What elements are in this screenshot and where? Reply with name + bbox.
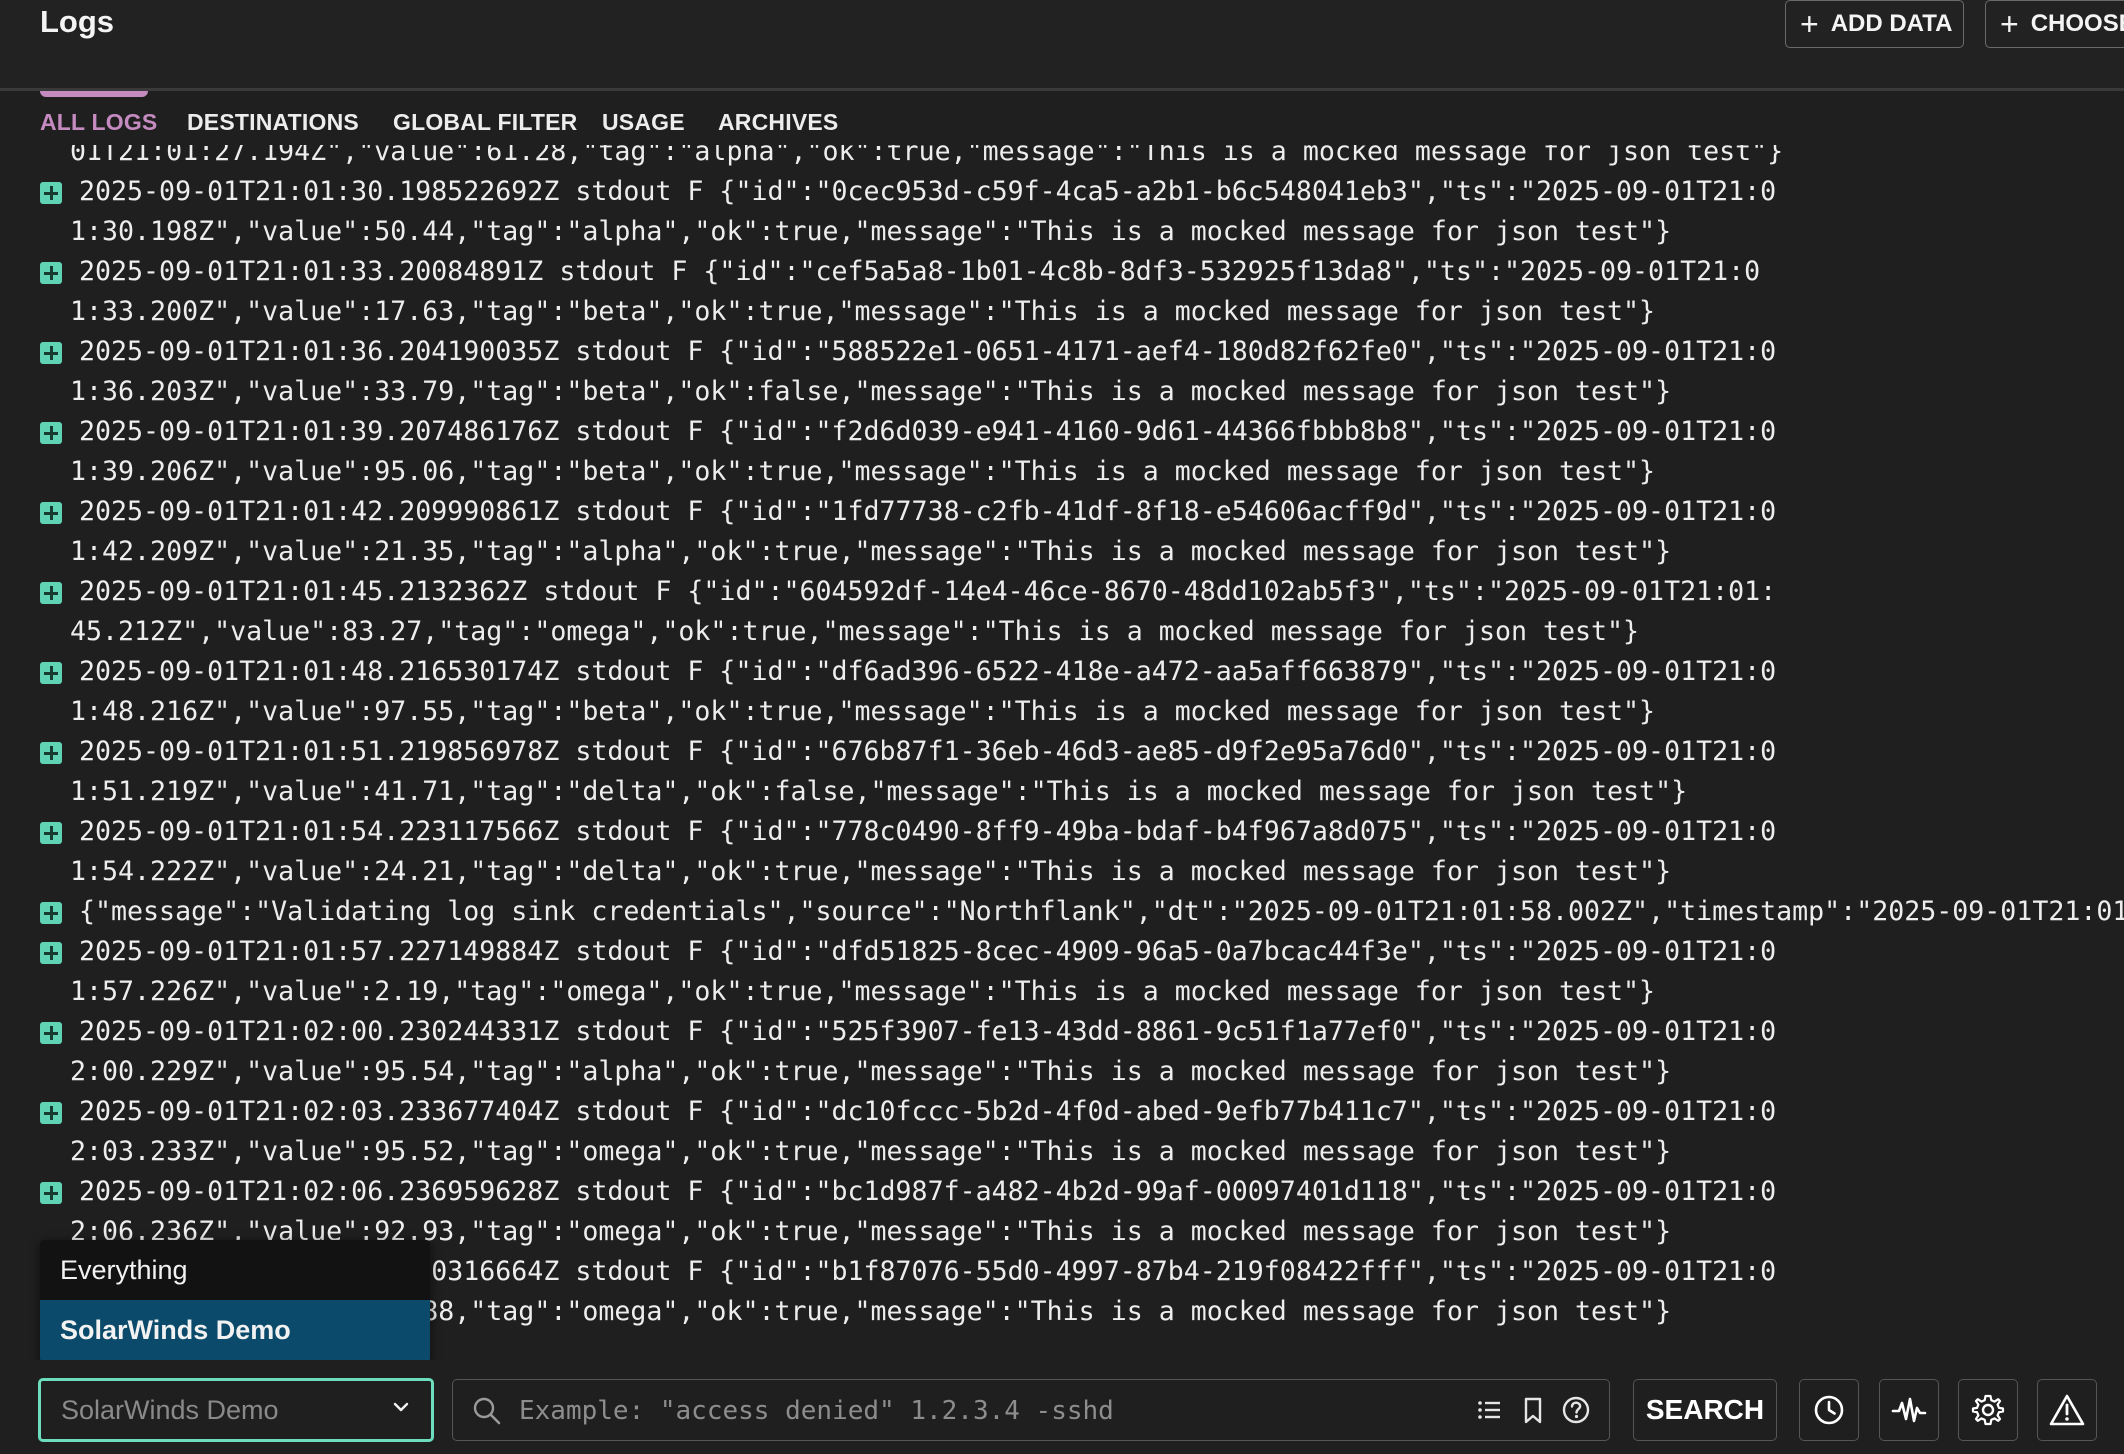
tab-destinations[interactable]: DESTINATIONS bbox=[187, 109, 359, 136]
expand-plus-icon[interactable] bbox=[40, 182, 62, 204]
expand-plus-icon[interactable] bbox=[40, 822, 62, 844]
list-icon[interactable] bbox=[1473, 1394, 1505, 1426]
log-entry[interactable]: 2025-09-01T21:01:42.209990861Z stdout F … bbox=[0, 492, 1790, 572]
clock-icon bbox=[1814, 1395, 1844, 1425]
log-text: 2025-09-01T21:01:39.207486176Z stdout F … bbox=[70, 416, 1777, 487]
expand-plus-icon[interactable] bbox=[40, 742, 62, 764]
add-data-button[interactable]: + ADD DATA bbox=[1785, 0, 1964, 48]
log-text: 2025-09-01T21:01:57.227149884Z stdout F … bbox=[70, 936, 1777, 1007]
log-entry[interactable]: 2025-09-01T21:01:33.20084891Z stdout F {… bbox=[0, 252, 1790, 332]
bookmark-icon[interactable] bbox=[1517, 1394, 1549, 1426]
source-dropdown-menu: Everything SolarWinds Demo bbox=[40, 1240, 430, 1360]
expand-plus-icon[interactable] bbox=[40, 1182, 62, 1204]
activity-button[interactable] bbox=[1879, 1379, 1939, 1441]
search-field[interactable] bbox=[452, 1379, 1610, 1441]
log-text: 01T21:01:27.194Z","value":61.28,"tag":"a… bbox=[70, 145, 1784, 167]
expand-plus-icon[interactable] bbox=[40, 582, 62, 604]
log-text: 2025-09-01T21:02:03.233677404Z stdout F … bbox=[70, 1096, 1777, 1167]
log-entry[interactable]: 2025-09-01T21:01:54.223117566Z stdout F … bbox=[0, 812, 1790, 892]
expand-plus-icon[interactable] bbox=[40, 422, 62, 444]
expand-plus-icon[interactable] bbox=[40, 942, 62, 964]
plus-icon: + bbox=[1800, 6, 1819, 42]
tab-usage[interactable]: USAGE bbox=[602, 109, 685, 136]
header: Logs + ADD DATA + CHOOSE bbox=[0, 0, 2124, 91]
expand-plus-icon[interactable] bbox=[40, 502, 62, 524]
history-button[interactable] bbox=[1799, 1379, 1859, 1441]
log-text: 2025-09-01T21:02:00.230244331Z stdout F … bbox=[70, 1016, 1777, 1087]
warning-icon bbox=[2049, 1394, 2085, 1426]
log-text: 2025-09-01T21:01:33.20084891Z stdout F {… bbox=[70, 256, 1761, 327]
log-entry[interactable]: 2025-09-01T21:02:03.233677404Z stdout F … bbox=[0, 1092, 1790, 1172]
log-text: 2025-09-01T21:01:48.216530174Z stdout F … bbox=[70, 656, 1777, 727]
choose-label: CHOOSE bbox=[2030, 10, 2124, 37]
log-entry[interactable]: 2025-09-01T21:02:00.230244331Z stdout F … bbox=[0, 1012, 1790, 1092]
log-entry[interactable]: {"message":"Validating log sink credenti… bbox=[0, 892, 2124, 932]
settings-button[interactable] bbox=[1958, 1379, 2018, 1441]
chevron-down-icon bbox=[393, 1402, 409, 1412]
log-entry[interactable]: 2025-09-01T21:01:51.219856978Z stdout F … bbox=[0, 732, 1790, 812]
tab-bar: ALL LOGS DESTINATIONS GLOBAL FILTER USAG… bbox=[0, 91, 2124, 145]
search-input[interactable] bbox=[517, 1388, 1421, 1434]
log-entry[interactable]: 2025-09-01T21:01:39.207486176Z stdout F … bbox=[0, 412, 1790, 492]
log-viewer[interactable]: 01T21:01:27.194Z","value":61.28,"tag":"a… bbox=[0, 145, 2124, 1360]
log-text: 2025-09-01T21:01:45.2132362Z stdout F {"… bbox=[70, 576, 1777, 647]
expand-plus-icon[interactable] bbox=[40, 1102, 62, 1124]
log-text: 2025-09-01T21:01:42.209990861Z stdout F … bbox=[70, 496, 1777, 567]
log-text: 2025-09-01T21:02:06.236959628Z stdout F … bbox=[70, 1176, 1777, 1247]
log-text: 2025-09-01T21:01:30.198522692Z stdout F … bbox=[70, 176, 1777, 247]
tab-global-filter[interactable]: GLOBAL FILTER bbox=[393, 109, 577, 136]
page-title: Logs bbox=[40, 4, 115, 39]
expand-plus-icon[interactable] bbox=[40, 262, 62, 284]
log-entry[interactable]: 2025-09-01T21:01:45.2132362Z stdout F {"… bbox=[0, 572, 1790, 652]
expand-plus-icon[interactable] bbox=[40, 902, 62, 924]
log-text: 2025-09-01T21:01:54.223117566Z stdout F … bbox=[70, 816, 1777, 887]
choose-button[interactable]: + CHOOSE bbox=[1985, 0, 2124, 48]
log-text: 2025-09-01T21:01:51.219856978Z stdout F … bbox=[70, 736, 1777, 807]
help-circle-icon[interactable] bbox=[1560, 1394, 1592, 1426]
log-entry[interactable]: 2025-09-01T21:01:57.227149884Z stdout F … bbox=[0, 932, 1790, 1012]
log-entry[interactable]: 2025-09-01T21:01:30.198522692Z stdout F … bbox=[0, 172, 1790, 252]
log-entry[interactable]: 2025-09-01T21:01:36.204190035Z stdout F … bbox=[0, 332, 1790, 412]
active-tab-indicator bbox=[40, 91, 148, 97]
activity-icon bbox=[1891, 1397, 1927, 1423]
log-text: {"message":"Validating log sink credenti… bbox=[79, 896, 2124, 927]
tab-archives[interactable]: ARCHIVES bbox=[718, 109, 838, 136]
expand-plus-icon[interactable] bbox=[40, 1022, 62, 1044]
alert-button[interactable] bbox=[2037, 1379, 2097, 1441]
expand-plus-icon[interactable] bbox=[40, 662, 62, 684]
tab-all-logs[interactable]: ALL LOGS bbox=[40, 109, 157, 136]
search-icon bbox=[473, 1397, 501, 1425]
log-text: 2025-09-01T21:01:36.204190035Z stdout F … bbox=[70, 336, 1777, 407]
log-list: 01T21:01:27.194Z","value":61.28,"tag":"a… bbox=[0, 145, 2124, 1332]
gear-icon bbox=[1971, 1394, 2005, 1426]
expand-plus-icon[interactable] bbox=[40, 342, 62, 364]
source-select[interactable]: SolarWinds Demo bbox=[38, 1378, 434, 1442]
plus-icon: + bbox=[2000, 6, 2019, 42]
add-data-label: ADD DATA bbox=[1830, 10, 1953, 37]
search-button[interactable]: SEARCH bbox=[1633, 1379, 1777, 1441]
search-bar: SolarWinds Demo SEARCH bbox=[0, 1360, 2124, 1454]
source-select-value: SolarWinds Demo bbox=[61, 1394, 279, 1425]
dropdown-option-solarwinds-demo[interactable]: SolarWinds Demo bbox=[40, 1300, 430, 1360]
log-entry[interactable]: 2025-09-01T21:01:48.216530174Z stdout F … bbox=[0, 652, 1790, 732]
log-entry[interactable]: 01T21:01:27.194Z","value":61.28,"tag":"a… bbox=[0, 145, 1790, 172]
dropdown-option-everything[interactable]: Everything bbox=[40, 1240, 430, 1300]
